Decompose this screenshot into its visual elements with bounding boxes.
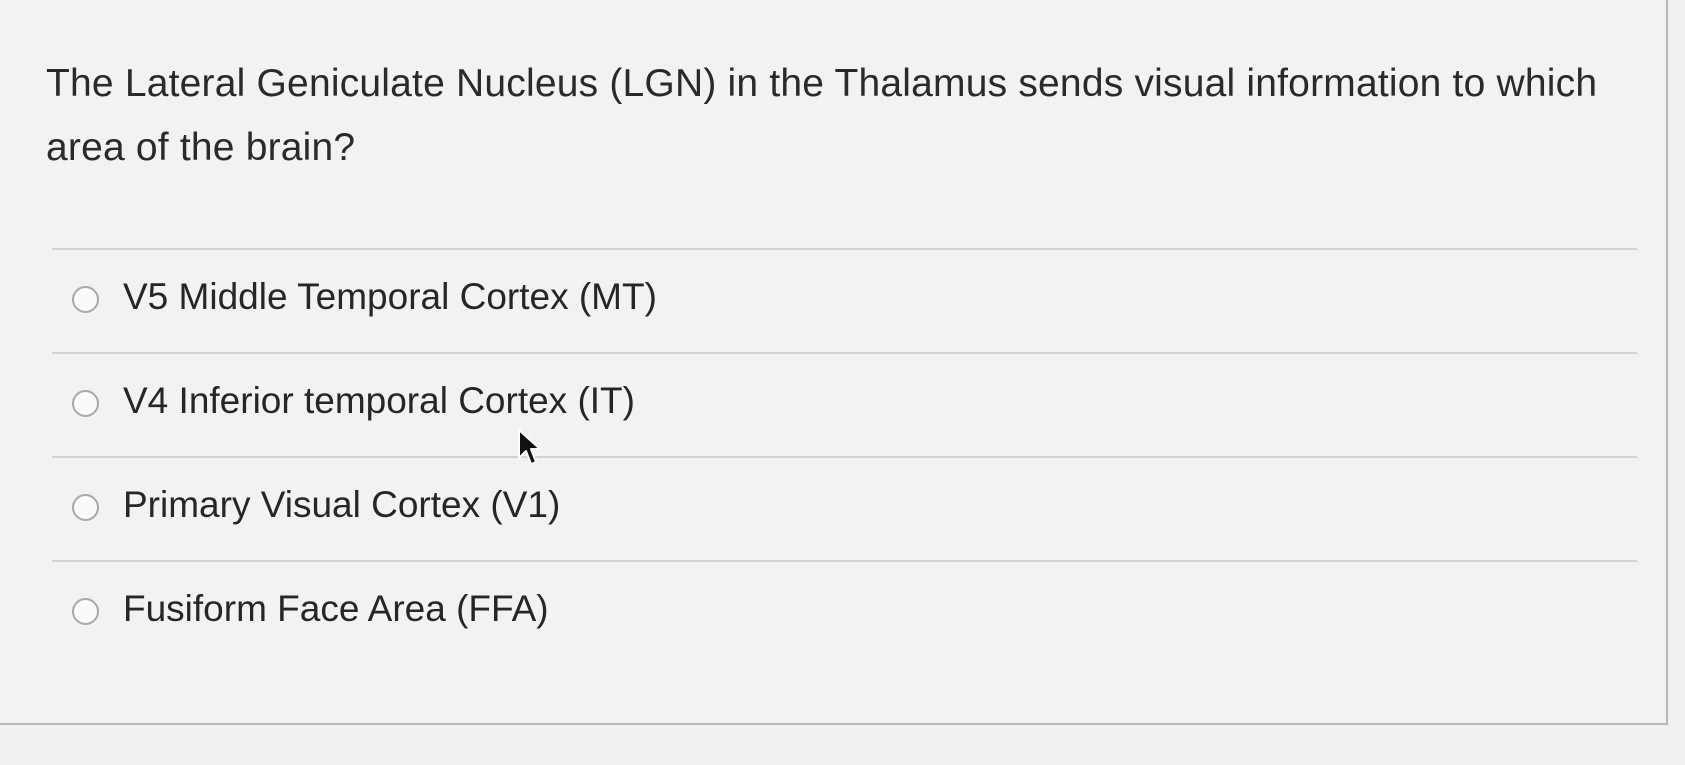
- radio-button[interactable]: [72, 286, 99, 313]
- radio-button[interactable]: [72, 494, 99, 521]
- answer-label: Primary Visual Cortex (V1): [123, 484, 561, 525]
- answer-label: V4 Inferior temporal Cortex (IT): [123, 380, 635, 421]
- answer-label: Fusiform Face Area (FFA): [123, 588, 549, 629]
- quiz-page: The Lateral Geniculate Nucleus (LGN) in …: [0, 0, 1685, 765]
- question-card: The Lateral Geniculate Nucleus (LGN) in …: [0, 0, 1668, 725]
- radio-button[interactable]: [72, 390, 99, 417]
- radio-button[interactable]: [72, 598, 99, 625]
- answer-option-v1[interactable]: Primary Visual Cortex (V1): [52, 456, 1637, 560]
- answer-label: V5 Middle Temporal Cortex (MT): [123, 276, 657, 317]
- answer-option-ffa[interactable]: Fusiform Face Area (FFA): [52, 560, 1637, 680]
- answer-list: V5 Middle Temporal Cortex (MT) V4 Inferi…: [52, 248, 1637, 680]
- answer-option-v4[interactable]: V4 Inferior temporal Cortex (IT): [52, 352, 1637, 456]
- question-text: The Lateral Geniculate Nucleus (LGN) in …: [46, 62, 1598, 169]
- mouse-pointer-icon: [518, 429, 541, 465]
- answer-option-v5[interactable]: V5 Middle Temporal Cortex (MT): [52, 248, 1637, 352]
